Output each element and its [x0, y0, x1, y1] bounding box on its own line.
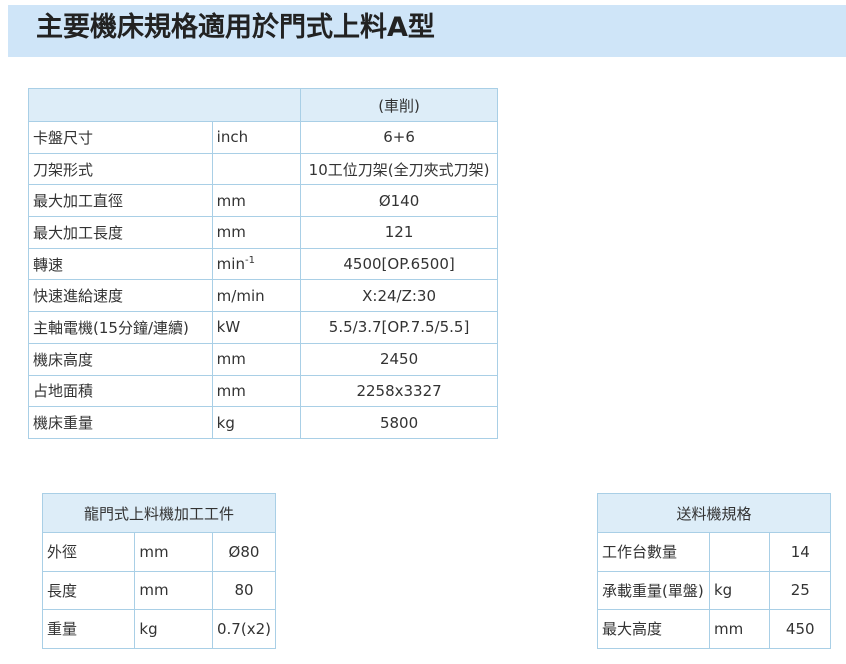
table-row: 重量 kg 0.7(x2) — [41, 609, 277, 649]
spec-unit: m/min — [211, 279, 302, 313]
table-row: 刀架形式 10工位刀架(全刀夾式刀架) — [28, 152, 498, 186]
table-row: 機床高度 mm 2450 — [28, 342, 498, 376]
table-row: 機床重量 kg 5800 — [28, 406, 498, 439]
spec-value: 450 — [769, 609, 831, 649]
spec-value: 2450 — [300, 342, 498, 376]
table-row: 卡盤尺寸 inch 6+6 — [28, 121, 498, 154]
spec-label: 外徑 — [41, 532, 136, 572]
spec-unit — [708, 532, 771, 572]
spec-value: 5.5/3.7[OP.7.5/5.5] — [300, 311, 498, 344]
spec-unit: kg — [211, 406, 302, 439]
spec-unit: mm — [708, 609, 771, 649]
page-title: 主要機床規格適用於門式上料A型 — [36, 12, 435, 43]
table-row: 快速進給速度 m/min X:24/Z:30 — [28, 279, 498, 313]
spec-value: 121 — [300, 216, 498, 249]
spec-unit: kg — [134, 609, 213, 649]
spec-unit — [211, 152, 302, 186]
spec-value: Ø80 — [211, 532, 277, 572]
table-row: 外徑 mm Ø80 — [41, 532, 277, 572]
spec-unit: mm — [134, 570, 213, 610]
table-row: 承載重量(單盤) kg 25 — [597, 570, 831, 610]
table-row: 轉速 min-1 4500[OP.6500] — [28, 247, 498, 281]
spec-unit: kg — [708, 570, 771, 610]
spec-value: X:24/Z:30 — [300, 279, 498, 313]
spec-unit: mm — [211, 184, 302, 218]
spec-unit: mm — [134, 532, 213, 572]
spec-label: 機床高度 — [28, 342, 213, 376]
table-row: 最大加工直徑 mm Ø140 — [28, 184, 498, 218]
machine-spec-table: (車削) 卡盤尺寸 inch 6+6 刀架形式 10工位刀架(全刀夾式刀架) 最… — [27, 88, 498, 439]
spec-value: 0.7(x2) — [211, 609, 277, 649]
feeder-table-header: 送料機規格 — [597, 493, 831, 533]
workpiece-spec-table: 龍門式上料機加工工件 外徑 mm Ø80 長度 mm 80 重量 kg 0.7(… — [41, 493, 277, 649]
spec-label: 最大高度 — [597, 609, 710, 649]
spec-value: 6+6 — [300, 121, 498, 154]
spec-label: 重量 — [41, 609, 136, 649]
spec-value: 80 — [211, 570, 277, 610]
spec-value: 10工位刀架(全刀夾式刀架) — [300, 152, 498, 186]
spec-value: 25 — [769, 570, 831, 610]
spec-value: 14 — [769, 532, 831, 572]
spec-label: 刀架形式 — [28, 152, 213, 186]
spec-label: 主軸電機(15分鐘/連續) — [28, 311, 213, 344]
table-row: 主軸電機(15分鐘/連續) kW 5.5/3.7[OP.7.5/5.5] — [28, 311, 498, 344]
table-header-row: 送料機規格 — [597, 493, 831, 533]
spec-value: 4500[OP.6500] — [300, 247, 498, 281]
spec-value: 2258x3327 — [300, 374, 498, 408]
spec-label: 最大加工直徑 — [28, 184, 213, 218]
spec-value: Ø140 — [300, 184, 498, 218]
column-header-turning: (車削) — [300, 88, 498, 122]
table-row: 最大高度 mm 450 — [597, 609, 831, 649]
unit-base: min — [216, 255, 245, 274]
spec-unit: mm — [211, 216, 302, 249]
spec-unit: inch — [211, 121, 302, 154]
title-banner: 主要機床規格適用於門式上料A型 — [8, 5, 846, 57]
spec-label: 長度 — [41, 570, 136, 610]
feeder-spec-table: 送料機規格 工作台數量 14 承載重量(單盤) kg 25 最大高度 mm 45… — [597, 493, 831, 649]
spec-label: 卡盤尺寸 — [28, 121, 213, 154]
spec-unit: mm — [211, 342, 302, 376]
unit-exponent: -1 — [244, 255, 255, 267]
table-row: 工作台數量 14 — [597, 532, 831, 572]
workpiece-table-header: 龍門式上料機加工工件 — [42, 493, 276, 533]
spec-unit: kW — [211, 311, 302, 344]
spec-label: 快速進給速度 — [28, 279, 213, 313]
spec-label: 機床重量 — [28, 406, 213, 439]
table-row: 長度 mm 80 — [41, 570, 277, 610]
spec-unit: mm — [211, 374, 302, 408]
spec-label: 轉速 — [28, 247, 213, 281]
spec-label: 工作台數量 — [597, 532, 710, 572]
spec-unit: min-1 — [211, 247, 302, 281]
spec-label: 承載重量(單盤) — [597, 570, 710, 610]
table-row: 最大加工長度 mm 121 — [28, 216, 498, 249]
header-blank-cell — [27, 88, 302, 122]
table-header-row: (車削) — [27, 88, 498, 122]
table-row: 占地面積 mm 2258x3327 — [28, 374, 498, 408]
table-header-row: 龍門式上料機加工工件 — [42, 493, 276, 533]
spec-label: 最大加工長度 — [28, 216, 213, 249]
spec-value: 5800 — [300, 406, 498, 439]
spec-label: 占地面積 — [28, 374, 213, 408]
